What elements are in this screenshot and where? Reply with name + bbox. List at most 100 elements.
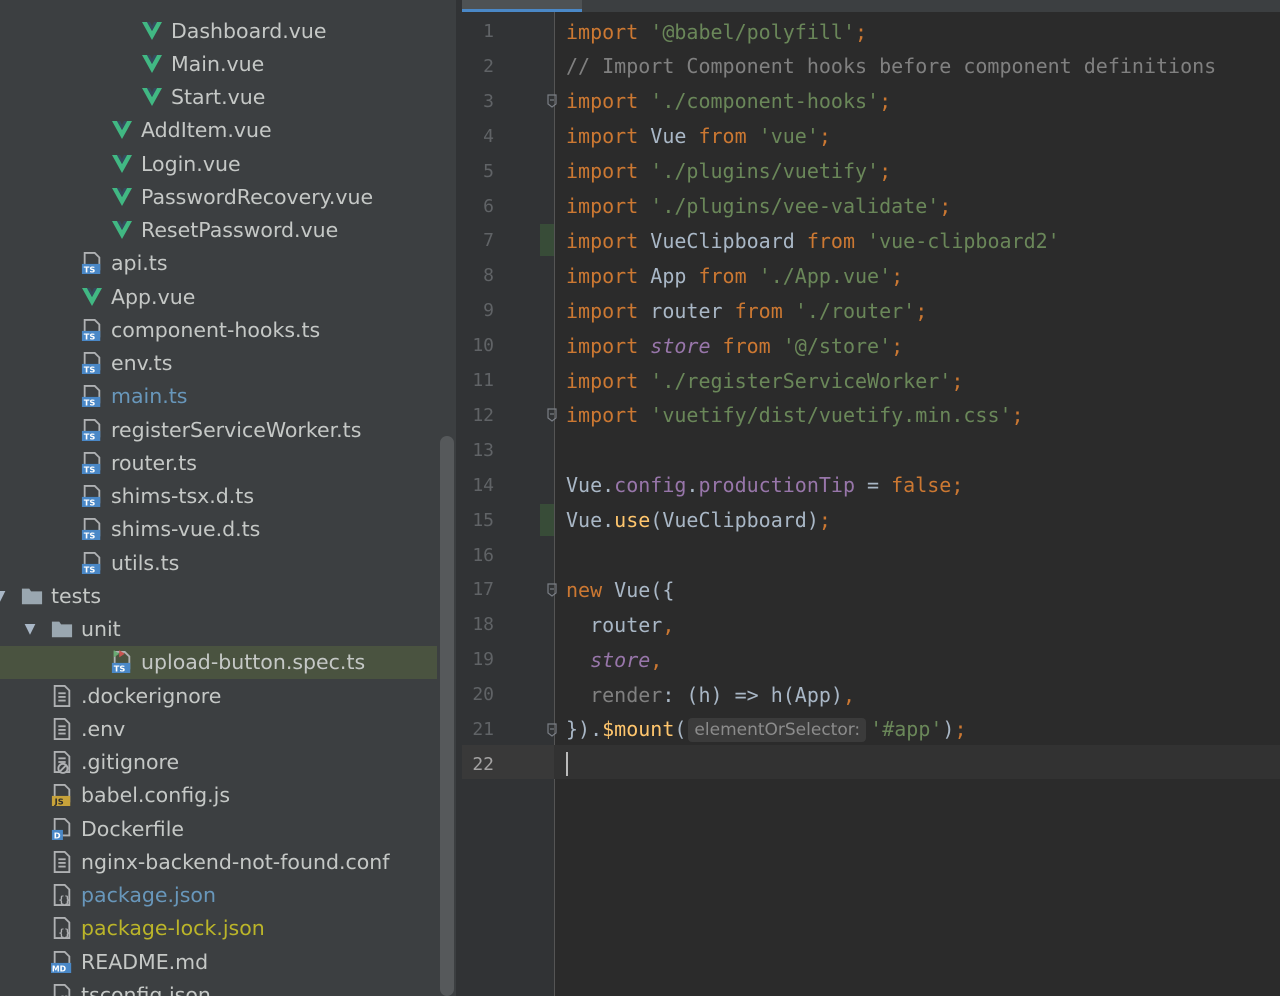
line-number[interactable]: 3 (462, 91, 494, 112)
fold-marker-icon[interactable] (546, 583, 558, 597)
tree-item[interactable]: D Dockerfile (0, 812, 456, 845)
line-number[interactable]: 21 (462, 719, 494, 740)
project-tree-scrollbar[interactable] (440, 436, 454, 996)
svg-text:TS: TS (84, 398, 96, 408)
fold-marker-icon[interactable] (546, 408, 558, 423)
tree-item[interactable]: TS router.ts (0, 446, 456, 479)
line-number[interactable]: 16 (462, 545, 494, 566)
code-line[interactable]: 20 render: (h) => h(App), (462, 677, 1280, 712)
code-line[interactable]: 22 (462, 747, 1280, 782)
tree-item[interactable]: Dashboard.vue (0, 14, 456, 47)
line-number[interactable]: 12 (462, 405, 494, 426)
code-line[interactable]: 10 import store from '@/store'; (462, 328, 1280, 363)
line-number[interactable]: 22 (462, 754, 494, 775)
tree-item[interactable]: {} package.json (0, 879, 456, 912)
code-token: productionTip (698, 473, 856, 498)
code-line[interactable]: 13 (462, 433, 1280, 468)
tree-item[interactable]: {} tsconfig.json (0, 978, 456, 996)
line-number[interactable]: 4 (462, 126, 494, 147)
tree-item[interactable]: TS registerServiceWorker.ts (0, 413, 456, 446)
code-line[interactable]: 2 // Import Component hooks before compon… (462, 49, 1280, 84)
code-line[interactable]: 19 store, (462, 642, 1280, 677)
code-text: // Import Component hooks before compone… (566, 54, 1216, 78)
tree-item[interactable]: TS main.ts (0, 380, 456, 413)
tree-item[interactable]: PasswordRecovery.vue (0, 180, 456, 213)
editor-tab-active[interactable] (462, 0, 582, 12)
tree-item[interactable]: TS env.ts (0, 347, 456, 380)
tree-item-label: nginx-backend-not-found.conf (81, 849, 390, 874)
code-line[interactable]: 8 import App from './App.vue'; (462, 258, 1280, 293)
line-number[interactable]: 10 (462, 335, 494, 356)
line-number[interactable]: 7 (462, 230, 494, 251)
fold-marker-icon[interactable] (546, 94, 558, 109)
code-line[interactable]: 4 import Vue from 'vue'; (462, 119, 1280, 154)
tree-item[interactable]: App.vue (0, 280, 456, 313)
line-number[interactable]: 19 (462, 649, 494, 670)
fold-marker-icon[interactable] (546, 722, 558, 737)
line-number[interactable]: 6 (462, 196, 494, 217)
tree-item[interactable]: Login.vue (0, 147, 456, 180)
code-line[interactable]: 18 router, (462, 607, 1280, 642)
code-line[interactable]: 7 import VueClipboard from 'vue-clipboard… (462, 223, 1280, 258)
line-number[interactable]: 15 (462, 510, 494, 531)
code-token: ) (942, 717, 955, 741)
line-number[interactable]: 8 (462, 265, 494, 286)
line-number[interactable]: 20 (462, 684, 494, 705)
code-line[interactable]: 9 import router from './router'; (462, 293, 1280, 328)
code-line[interactable]: 6 import './plugins/vee-validate'; (462, 189, 1280, 224)
tree-item[interactable]: TS upload-button.spec.ts (0, 645, 437, 679)
tree-item[interactable]: JS babel.config.js (0, 779, 456, 812)
line-number[interactable]: 14 (462, 475, 494, 496)
tree-item-label: tests (51, 583, 102, 608)
tree-item[interactable]: .env (0, 712, 456, 745)
line-number[interactable]: 17 (462, 579, 494, 600)
line-number[interactable]: 5 (462, 161, 494, 182)
tree-item[interactable]: ResetPassword.vue (0, 214, 456, 247)
line-number[interactable]: 9 (462, 300, 494, 321)
tree-item[interactable]: TS api.ts (0, 247, 456, 280)
line-number[interactable]: 1 (462, 21, 494, 42)
tree-item[interactable]: TS component-hooks.ts (0, 313, 456, 346)
expand-arrow-icon[interactable]: ▼ (0, 587, 9, 605)
tree-item[interactable]: {} package-lock.json (0, 912, 456, 945)
vue-icon (111, 217, 133, 243)
md-file-icon: MD (51, 949, 73, 975)
code-line[interactable]: 17 new Vue({ (462, 572, 1280, 607)
code-line[interactable]: 5 import './plugins/vuetify'; (462, 154, 1280, 189)
line-number[interactable]: 18 (462, 614, 494, 635)
code-token: import (566, 263, 651, 288)
tree-item[interactable]: MD README.md (0, 945, 456, 978)
code-editor[interactable]: 1 import '@babel/polyfill'; 2 // Import Com… (462, 0, 1280, 996)
code-line[interactable]: 1 import '@babel/polyfill'; (462, 14, 1280, 49)
tree-item[interactable]: Start.vue (0, 81, 456, 114)
code-line[interactable]: 16 (462, 538, 1280, 573)
tree-item[interactable]: Main.vue (0, 47, 456, 80)
code-line[interactable]: 11 import './registerServiceWorker'; (462, 363, 1280, 398)
tree-item[interactable]: .dockerignore (0, 679, 456, 712)
line-number[interactable]: 13 (462, 440, 494, 461)
code-line[interactable]: 14 Vue.config.productionTip = false; (462, 468, 1280, 503)
code-line[interactable]: 21}).$mount(elementOrSelector: '#app'); (462, 712, 1280, 747)
folder-icon (21, 583, 43, 609)
tree-item[interactable]: ▼ unit (0, 613, 456, 646)
tree-item[interactable]: nginx-backend-not-found.conf (0, 845, 456, 878)
code-token: import (566, 89, 651, 114)
tree-item[interactable]: TS shims-vue.d.ts (0, 513, 456, 546)
code-line[interactable]: 12 import 'vuetify/dist/vuetify.min.css'; (462, 398, 1280, 433)
line-number[interactable]: 2 (462, 56, 494, 77)
code-token: render (566, 682, 663, 707)
ts-file-icon: TS (81, 550, 103, 576)
code-token: , (662, 612, 675, 637)
svg-text:JS: JS (54, 797, 64, 807)
expand-arrow-icon[interactable]: ▼ (21, 620, 39, 638)
tree-item[interactable]: TS shims-tsx.d.ts (0, 480, 456, 513)
tree-item[interactable]: AddItem.vue (0, 114, 456, 147)
svg-text:TS: TS (84, 465, 96, 475)
tree-item[interactable]: TS utils.ts (0, 546, 456, 579)
line-number[interactable]: 11 (462, 370, 494, 391)
code-line[interactable]: 15 Vue.use(VueClipboard); (462, 503, 1280, 538)
code-line[interactable]: 3 import './component-hooks'; (462, 84, 1280, 119)
code-text: store, (566, 648, 662, 672)
tree-item[interactable]: ▼ tests (0, 579, 456, 612)
tree-item[interactable]: .gitignore (0, 746, 456, 779)
